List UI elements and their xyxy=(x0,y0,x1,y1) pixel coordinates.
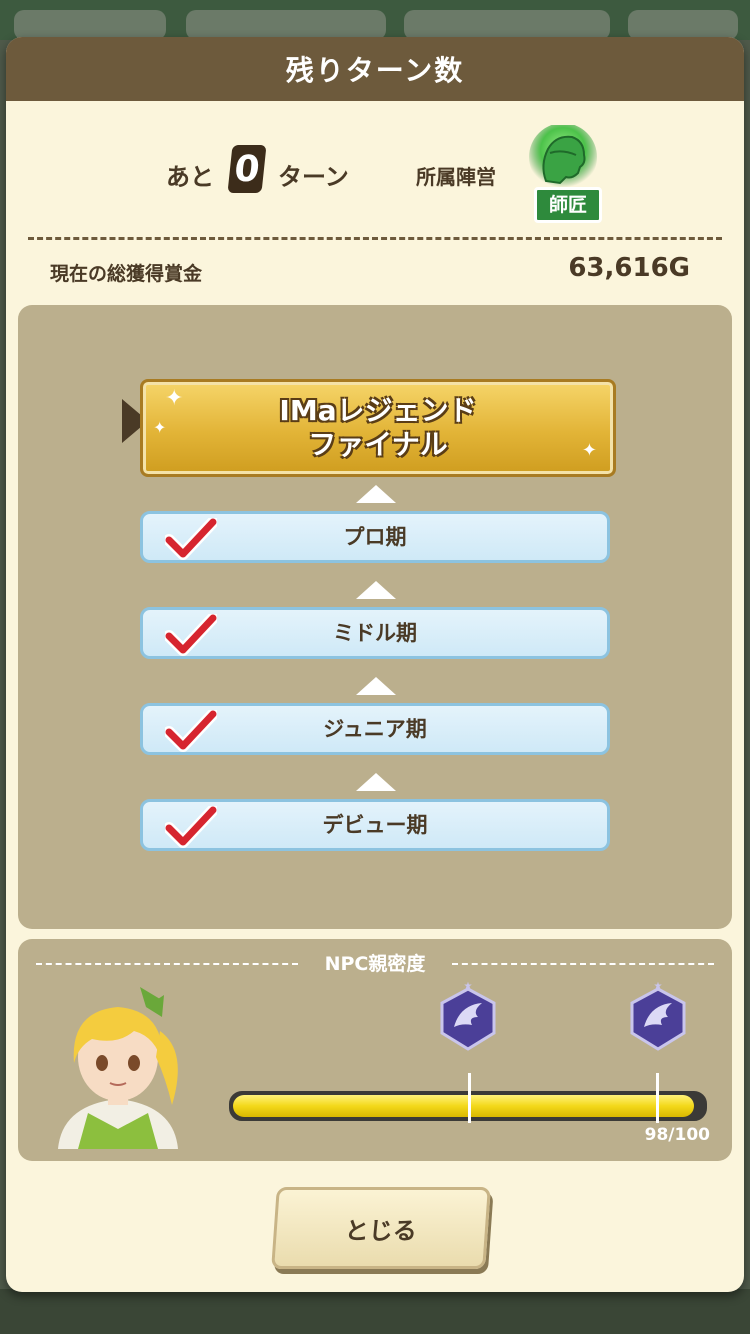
turn-counter: あと 0 ターン xyxy=(6,137,744,207)
npc-affinity-panel: NPC親密度 ★ ★ 98/100 xyxy=(18,939,732,1161)
prize-value: 63,616G xyxy=(568,253,690,283)
stage-arrow-up-icon xyxy=(356,773,396,791)
turn-count: 0 xyxy=(227,145,267,193)
npc-affinity-title: NPC親密度 xyxy=(324,953,426,975)
remaining-turns-dialog: 残りターン数 あと 0 ターン 所属陣営 師匠 現在の総獲得賞金 63,616G… xyxy=(6,37,744,1292)
stage-label: デビュー期 xyxy=(322,813,428,837)
stage-label: ミドル期 xyxy=(333,621,417,645)
faction-label: 所属陣営 xyxy=(416,165,496,189)
stage-row: ミドル期 xyxy=(140,607,610,659)
affinity-progress-bar xyxy=(229,1073,707,1123)
background-top-bar xyxy=(0,0,750,40)
dialog-title: 残りターン数 xyxy=(6,37,744,101)
stage-label: ジュニア期 xyxy=(323,717,427,741)
affinity-value: 98/100 xyxy=(644,1125,710,1145)
close-button[interactable]: とじる xyxy=(271,1187,491,1269)
background-bottom-bar xyxy=(0,1289,750,1334)
stage-row: デビュー期 xyxy=(140,799,610,851)
affinity-progress-fill xyxy=(233,1095,694,1117)
sparkle-icon: ✦ xyxy=(165,386,184,411)
sparkle-icon: ✦ xyxy=(581,440,597,461)
stage-arrow-up-icon xyxy=(356,485,396,503)
milestone-marker xyxy=(656,1073,659,1123)
stage-arrow-up-icon xyxy=(356,677,396,695)
npc-avatar xyxy=(58,987,178,1149)
svg-text:★: ★ xyxy=(654,981,663,992)
stage-row: ジュニア期 xyxy=(140,703,610,755)
prize-label: 現在の総獲得賞金 xyxy=(50,263,203,285)
background-button xyxy=(14,10,166,40)
background-button xyxy=(186,10,386,40)
sparkle-icon: ✦ xyxy=(153,418,167,437)
stage-label: プロ期 xyxy=(343,525,407,549)
stage-final: IMaレジェンド ファイナル ✦ ✦ ✦ xyxy=(140,379,616,477)
stage-arrow-up-icon xyxy=(356,581,396,599)
background-button xyxy=(404,10,610,40)
divider xyxy=(28,237,722,240)
wing-medal-icon: ★ xyxy=(630,981,686,1051)
background-button xyxy=(628,10,738,40)
stage-progress-panel: IMaレジェンド ファイナル ✦ ✦ ✦ プロ期 ミドル期 ジュニア期 デビュー… xyxy=(18,305,732,929)
wing-medal-icon: ★ xyxy=(440,981,496,1051)
turn-prefix: あと xyxy=(166,163,214,191)
stage-row: プロ期 xyxy=(140,511,610,563)
faction-name: 師匠 xyxy=(534,187,602,223)
stage-final-title: IMaレジェンド ファイナル xyxy=(279,394,477,461)
turn-suffix: ターン xyxy=(278,163,349,191)
milestone-marker xyxy=(468,1073,471,1123)
svg-text:★: ★ xyxy=(464,981,473,992)
